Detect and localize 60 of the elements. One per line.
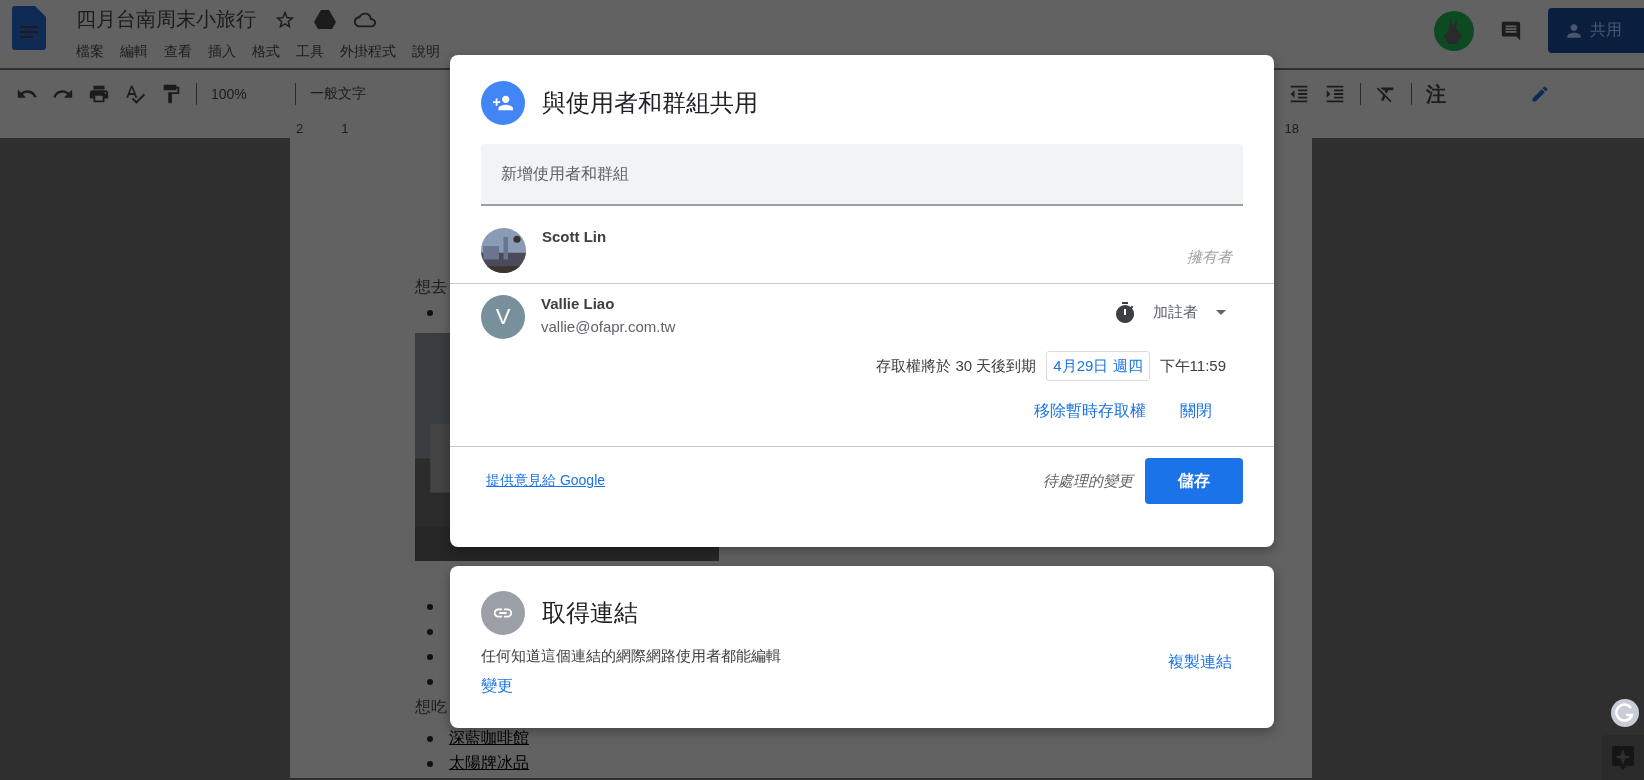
bullet-icon xyxy=(427,653,433,660)
ruler-number: 18 xyxy=(1284,120,1299,136)
avatar: V xyxy=(481,295,525,339)
sparkle-icon xyxy=(1612,745,1634,770)
pending-changes-text: 待處理的變更 xyxy=(1043,471,1133,491)
timer-icon xyxy=(1113,301,1137,325)
menu-item[interactable]: 格式 xyxy=(252,43,280,61)
print-icon[interactable] xyxy=(88,83,110,105)
input-tool-button[interactable]: 注 xyxy=(1426,80,1516,108)
role-dropdown[interactable]: 加註者 xyxy=(1153,303,1226,322)
avatar[interactable] xyxy=(1434,10,1474,51)
bullet-icon xyxy=(427,760,433,767)
time-text: 下午11:59 xyxy=(1159,356,1226,376)
person-email: vallie@ofapr.com.tw xyxy=(541,318,677,335)
bullet-icon xyxy=(427,309,433,316)
indent-decrease-icon[interactable] xyxy=(1288,83,1310,105)
add-people-field[interactable]: 新增使用者和群組 xyxy=(481,144,1243,206)
role-label: 擁有者 xyxy=(1187,248,1232,267)
caret-icon xyxy=(1216,310,1226,315)
save-button[interactable]: 儲存 xyxy=(1145,458,1243,504)
date-field[interactable]: 4月29日 週四 xyxy=(1046,351,1150,381)
bullet-icon xyxy=(427,603,433,610)
person-add-icon xyxy=(481,81,525,125)
link-description: 任何知道這個連結的網際網路使用者都能編輯 xyxy=(481,647,781,666)
doc-link[interactable]: 太陽牌冰品 xyxy=(449,753,529,774)
body-text: 想去 xyxy=(415,278,447,295)
menu-item[interactable]: 插入 xyxy=(208,43,236,61)
bullet-icon xyxy=(427,678,433,685)
pencil-icon[interactable] xyxy=(1530,84,1550,104)
document-title[interactable]: 四月台南周末小旅行 xyxy=(76,6,256,33)
person-name: Vallie Liao xyxy=(541,295,616,312)
change-button[interactable]: 變更 xyxy=(481,676,513,697)
menu-item[interactable]: 編輯 xyxy=(120,43,148,61)
dialog-title: 與使用者和群組共用 xyxy=(542,88,758,118)
menu-item[interactable]: 說明 xyxy=(412,43,440,61)
expiry-text: 存取權將於 30 天後到期 xyxy=(876,356,1037,376)
spellcheck-icon[interactable] xyxy=(124,83,146,105)
feedback-link[interactable]: 提供意見給 Google xyxy=(486,472,606,490)
ruler-number: 1 xyxy=(341,120,349,136)
person-name: Scott Lin xyxy=(542,228,608,245)
menu-item[interactable]: 工具 xyxy=(296,43,324,61)
bullet-icon xyxy=(427,735,433,742)
style-dropdown[interactable]: 一般文字 xyxy=(310,85,420,103)
dialog-title: 取得連結 xyxy=(542,598,638,628)
menu-item[interactable]: 查看 xyxy=(164,43,192,61)
menu-item[interactable]: 檔案 xyxy=(76,43,104,61)
close-button[interactable]: 關閉 xyxy=(1180,401,1212,422)
copy-link-button[interactable]: 複製連結 xyxy=(1168,652,1232,673)
body-text: 想吃 xyxy=(415,698,447,715)
comment-icon[interactable] xyxy=(1500,19,1522,42)
link-icon xyxy=(481,591,525,635)
docs-logo-icon[interactable] xyxy=(12,6,46,50)
zoom-dropdown[interactable]: 100% xyxy=(211,86,281,102)
ruler-number: 2 xyxy=(296,120,304,136)
indent-increase-icon[interactable] xyxy=(1324,83,1346,105)
menu-item[interactable]: 外掛程式 xyxy=(340,43,396,61)
remove-access-button[interactable]: 移除暫時存取權 xyxy=(1034,401,1146,422)
doc-link[interactable]: 深藍咖啡館 xyxy=(449,728,529,749)
bullet-icon xyxy=(427,628,433,635)
share-button[interactable]: 共用 xyxy=(1548,8,1644,53)
